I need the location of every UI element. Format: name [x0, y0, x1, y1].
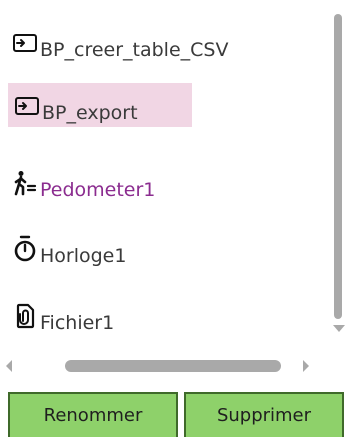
- pedometer-icon: [12, 168, 38, 198]
- tree-item-pedometer1[interactable]: Pedometer1: [6, 160, 161, 204]
- scroll-right-arrow-icon[interactable]: [303, 360, 309, 372]
- scroll-down-arrow-icon[interactable]: [333, 325, 345, 332]
- tree-item-bp-export[interactable]: BP_export: [8, 83, 192, 127]
- tree-item-label: Pedometer1: [40, 179, 156, 201]
- horizontal-scrollbar[interactable]: [0, 354, 330, 378]
- vertical-scrollbar[interactable]: [330, 0, 350, 345]
- components-panel: BP_creer_table_CSV BP_export Pedometer1: [0, 0, 350, 437]
- component-tree: BP_creer_table_CSV BP_export Pedometer1: [0, 0, 330, 345]
- tree-item-label: Fichier1: [40, 312, 115, 334]
- horizontal-scroll-thumb[interactable]: [65, 360, 281, 372]
- file-icon: [12, 301, 38, 331]
- delete-button[interactable]: Supprimer: [184, 392, 344, 437]
- tree-item-label: BP_export: [42, 102, 138, 124]
- rename-button[interactable]: Renommer: [8, 392, 178, 437]
- vertical-scroll-thumb[interactable]: [334, 14, 342, 319]
- tree-item-bp-creer-table-csv[interactable]: BP_creer_table_CSV: [6, 20, 234, 64]
- tree-item-label: Horloge1: [40, 245, 127, 267]
- scroll-left-arrow-icon[interactable]: [6, 360, 12, 372]
- clock-icon: [12, 234, 38, 264]
- procedure-icon: [12, 28, 38, 58]
- tree-item-fichier1[interactable]: Fichier1: [6, 293, 120, 337]
- tree-item-horloge1[interactable]: Horloge1: [6, 226, 132, 270]
- procedure-icon: [14, 91, 40, 121]
- tree-item-label: BP_creer_table_CSV: [40, 39, 229, 61]
